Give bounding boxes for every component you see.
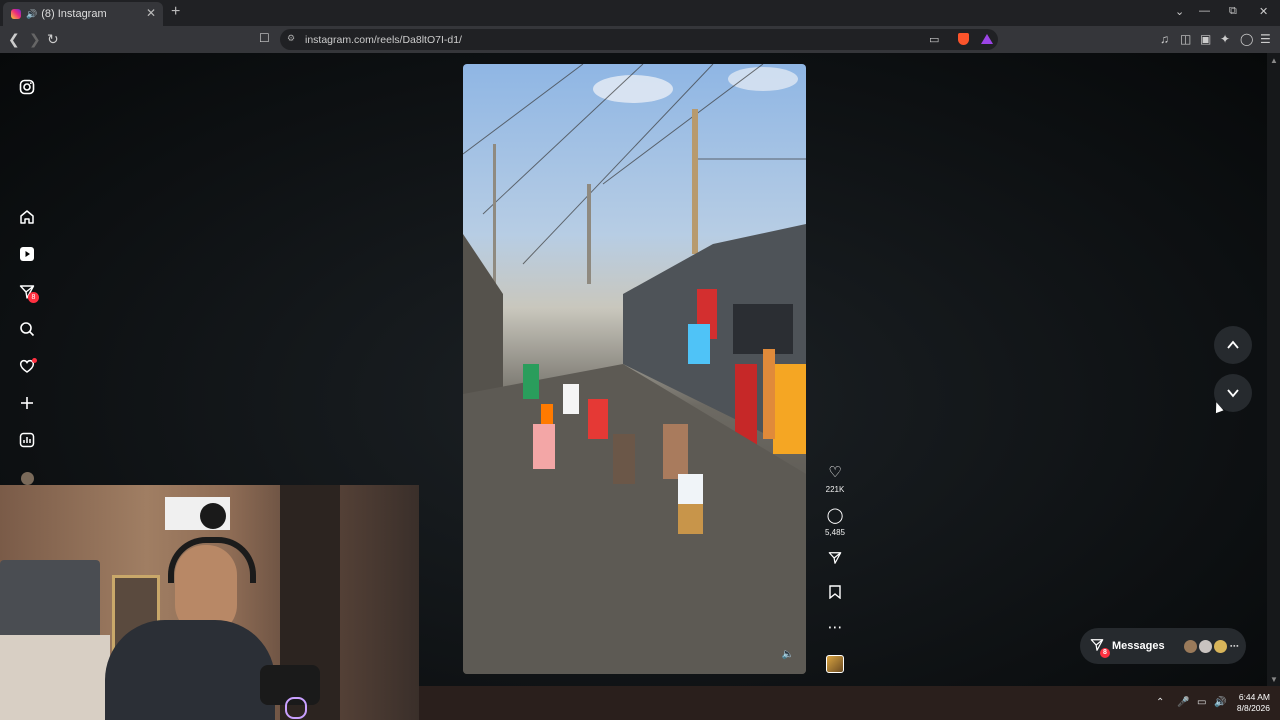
leo-ai-icon[interactable]: ✦ — [1220, 32, 1230, 46]
tab-close-icon[interactable]: ✕ — [146, 6, 156, 20]
volume-icon[interactable]: 🔊 — [1214, 697, 1226, 708]
messages-badge: 8 — [28, 292, 39, 303]
tab-search-chevron-down-icon[interactable]: ⌄ — [1175, 5, 1184, 18]
reload-button[interactable]: ↻ — [47, 31, 59, 48]
messages-label: Messages — [1112, 640, 1165, 652]
avatar — [1213, 639, 1227, 653]
share-button[interactable] — [823, 551, 847, 569]
brave-rewards-icon[interactable] — [981, 34, 993, 44]
sidebar-toggle-icon[interactable]: ◫ — [1180, 32, 1191, 46]
system-clock[interactable]: 6:44 AM 8/8/2026 — [1237, 692, 1270, 714]
like-button[interactable]: ♡ 221K — [823, 465, 847, 495]
audio-thumbnail[interactable] — [826, 655, 844, 673]
comments-count: 5,485 — [824, 528, 846, 537]
chevron-up-icon — [1227, 340, 1239, 349]
restore-button[interactable]: ⧉ — [1229, 5, 1237, 18]
messages-button[interactable]: 8 Messages ⋯ — [1080, 628, 1246, 664]
address-bar[interactable]: ⚙ instagram.com/reels/Da8ltO7I-d1/ — [280, 29, 998, 50]
menu-icon[interactable]: ☰ — [1260, 32, 1271, 46]
avatar — [1183, 639, 1197, 653]
like-icon[interactable]: ♡ — [823, 465, 847, 481]
tray-chevron-up-icon[interactable]: ⌃ — [1156, 697, 1164, 708]
dashboard-icon[interactable] — [18, 432, 36, 450]
wallet-icon[interactable]: ▣ — [1200, 32, 1211, 46]
back-button[interactable]: ❮ — [8, 31, 20, 48]
webcam-overlay — [0, 485, 419, 720]
instagram-favicon-icon — [11, 9, 21, 19]
scroll-up-arrow-icon[interactable]: ▲ — [1270, 56, 1278, 65]
new-tab-button[interactable]: + — [171, 3, 180, 21]
bookmark-icon[interactable]: ☐ — [259, 31, 270, 45]
direct-icon: 8 — [1090, 638, 1110, 658]
clock-date: 8/8/2026 — [1236, 703, 1270, 713]
avatar — [1198, 639, 1212, 653]
more-icon: ⋯ — [1229, 640, 1239, 651]
reel-video[interactable]: 🔈 — [463, 64, 806, 674]
forward-button[interactable]: ❯ — [29, 31, 41, 48]
comment-button[interactable]: ◯ 5,485 — [823, 508, 847, 538]
browser-tab-bar: 🔊 (8) Instagram ✕ + ⌄ — ⧉ ✕ — [0, 0, 1280, 26]
save-button[interactable] — [823, 585, 847, 603]
likes-count: 221K — [825, 485, 845, 494]
vpn-icon[interactable]: ◯ — [1240, 32, 1253, 46]
more-icon[interactable]: ⋯ — [823, 620, 847, 636]
reels-icon[interactable] — [18, 246, 36, 264]
music-icon[interactable]: ♫ — [1160, 32, 1169, 46]
home-icon[interactable] — [18, 209, 36, 227]
chevron-down-icon — [1227, 389, 1239, 398]
notification-dot — [32, 358, 37, 363]
speaker-volume-icon[interactable]: 🔈 — [782, 649, 794, 660]
search-icon[interactable] — [18, 321, 36, 339]
page-scrollbar[interactable]: ▲ ▼ — [1267, 53, 1280, 686]
comment-icon[interactable]: ◯ — [823, 508, 847, 524]
url-text[interactable]: instagram.com/reels/Da8ltO7I-d1/ — [305, 34, 462, 46]
messages-pill-badge: 8 — [1100, 647, 1110, 658]
more-options-button[interactable]: ⋯ — [823, 620, 847, 636]
speaker-icon[interactable]: 🔊 — [26, 9, 37, 20]
clock-time: 6:44 AM — [1238, 692, 1270, 702]
share-icon[interactable] — [823, 551, 847, 569]
os-taskbar: ⌃ 🎤 ▭ 🔊 6:44 AM 8/8/2026 — [419, 686, 1280, 720]
bookmark-save-icon[interactable] — [823, 585, 847, 603]
instagram-logo-icon[interactable] — [18, 79, 36, 97]
reel-scene — [463, 64, 806, 674]
profile-avatar[interactable] — [21, 472, 34, 485]
tab-title: (8) Instagram — [41, 8, 107, 20]
scroll-down-arrow-icon[interactable]: ▼ — [1270, 675, 1278, 684]
browser-toolbar: ❮ ❯ ↻ ☐ ⚙ instagram.com/reels/Da8ltO7I-d… — [0, 26, 1280, 53]
create-plus-icon[interactable] — [18, 395, 36, 413]
previous-reel-button[interactable] — [1214, 326, 1252, 364]
browser-tab[interactable]: 🔊 (8) Instagram ✕ — [3, 2, 163, 26]
brave-shields-icon[interactable] — [958, 33, 969, 45]
site-info-icon[interactable]: ⚙ — [287, 33, 295, 44]
display-icon[interactable]: ▭ — [1197, 697, 1206, 708]
close-window-button[interactable]: ✕ — [1259, 5, 1268, 18]
microphone-icon[interactable]: 🎤 — [1177, 697, 1189, 708]
minimize-button[interactable]: — — [1199, 5, 1210, 17]
cast-icon[interactable]: ▭ — [929, 33, 939, 46]
